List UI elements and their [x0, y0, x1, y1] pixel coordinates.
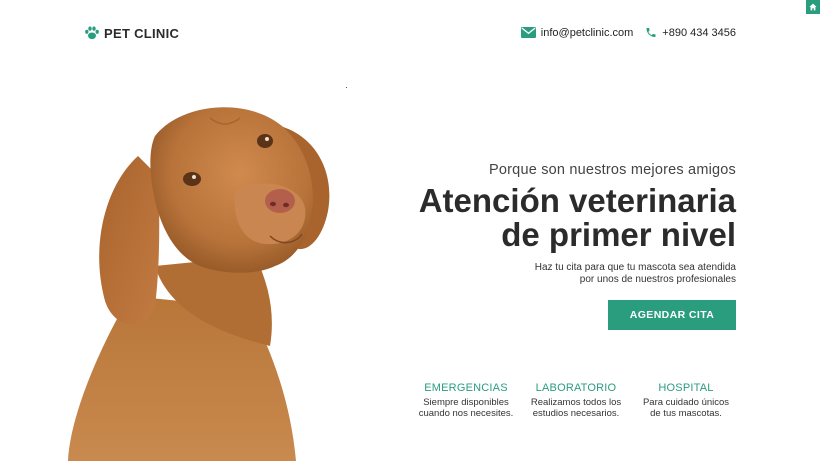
service-laboratorio: LABORATORIO Realizamos todos los estudio…: [524, 382, 628, 419]
hero-desc-line1: Haz tu cita para que tu mascota sea aten…: [534, 262, 736, 273]
service-desc-line1: Siempre disponibles: [423, 397, 509, 408]
service-hospital: HOSPITAL Para cuidado únicos de tus masc…: [634, 382, 738, 419]
hero-title-line2: de primer nivel: [501, 216, 736, 253]
service-title: EMERGENCIAS: [424, 382, 508, 394]
service-desc-line2: estudios necesarios.: [532, 408, 620, 419]
services-list: EMERGENCIAS Siempre disponibles cuando n…: [414, 382, 738, 419]
paw-icon: [85, 26, 99, 40]
landing-page: PET CLINIC info@petclinic.com +890 434 3…: [0, 0, 820, 461]
service-title: HOSPITAL: [658, 382, 714, 394]
book-appointment-button[interactable]: AGENDAR CITA: [608, 300, 736, 330]
phone-link[interactable]: +890 434 3456: [645, 26, 736, 39]
service-desc-line2: de tus mascotas.: [650, 408, 722, 419]
service-desc-line2: cuando nos necesites.: [418, 408, 514, 419]
hero-desc-line2: por unos de nuestros profesionales: [579, 274, 736, 285]
dog-image: [68, 107, 330, 461]
home-button[interactable]: [806, 0, 820, 14]
phone-text: +890 434 3456: [662, 26, 736, 39]
decorative-dot: [346, 87, 347, 88]
home-icon: [809, 3, 817, 11]
brand-name: PET CLINIC: [104, 25, 180, 41]
service-title: LABORATORIO: [535, 382, 617, 394]
hero-title: Atención veterinaria de primer nivel: [336, 184, 736, 252]
brand-logo[interactable]: PET CLINIC: [84, 25, 179, 41]
service-emergencias: EMERGENCIAS Siempre disponibles cuando n…: [414, 382, 518, 419]
service-desc-line1: Para cuidado únicos: [642, 397, 730, 408]
service-description: Para cuidado únicos de tus mascotas.: [634, 397, 738, 419]
email-text: info@petclinic.com: [540, 26, 634, 39]
hero-subtitle: Porque son nuestros mejores amigos: [489, 162, 736, 178]
service-description: Realizamos todos los estudios necesarios…: [524, 397, 628, 419]
phone-icon: [646, 28, 656, 37]
hero-section: Porque son nuestros mejores amigos Atenc…: [336, 162, 736, 286]
service-desc-line1: Realizamos todos los: [530, 397, 622, 408]
envelope-icon: [520, 27, 536, 38]
header-contact: info@petclinic.com +890 434 3456: [520, 26, 736, 39]
service-description: Siempre disponibles cuando nos necesites…: [414, 397, 518, 419]
hero-title-line1: Atención veterinaria: [418, 182, 736, 219]
hero-description: Haz tu cita para que tu mascota sea aten…: [336, 262, 736, 286]
email-link[interactable]: info@petclinic.com: [520, 26, 634, 39]
